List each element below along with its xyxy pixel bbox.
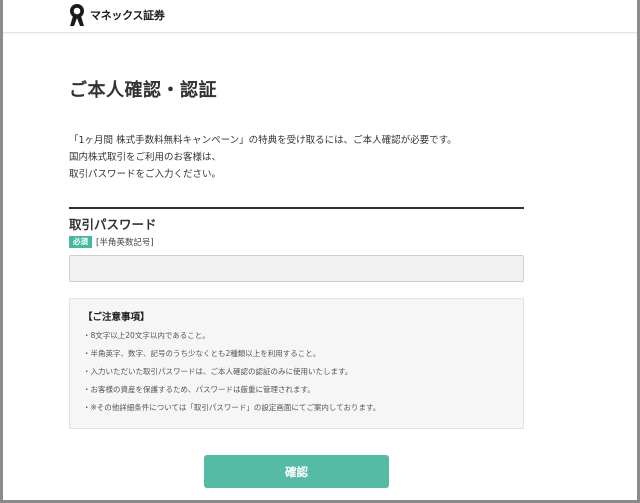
page-title: ご本人確認・認証 — [69, 80, 217, 101]
notice-item: ・半角英字、数字、記号のうち少なくとも2種類以上を利用すること。 — [83, 349, 321, 358]
notice-item: ・入力いただいた取引パスワードは、ご本人確認の認証のみに使用いたします。 — [83, 367, 353, 376]
confirm-button[interactable]: 確認 — [204, 455, 389, 488]
notice-item: ・8文字以上20文字以内であること。 — [83, 331, 210, 340]
top-header: マネックス証券 — [0, 0, 640, 33]
section-divider — [69, 207, 524, 209]
required-row: 必須 [半角英数記号] — [69, 236, 154, 248]
notice-item: ・お客様の資産を保護するため、パスワードは厳重に管理されます。 — [83, 385, 315, 394]
monex-logo-icon — [70, 4, 84, 26]
required-badge: 必須 — [69, 236, 92, 248]
password-field-label: 取引パスワード — [69, 217, 157, 232]
intro-text: 「1ヶ月間 株式手数料無料キャンペーン」の特典を受け取るには、ご本人確認が必要で… — [69, 132, 549, 183]
input-hint: [半角英数記号] — [96, 238, 154, 248]
password-input[interactable] — [69, 255, 524, 282]
intro-line: 「1ヶ月間 株式手数料無料キャンペーン」の特典を受け取るには、ご本人確認が必要で… — [69, 135, 457, 146]
notice-title: 【ご注意事項】 — [83, 312, 150, 323]
intro-line: 取引パスワードをご入力ください。 — [69, 169, 222, 180]
intro-line: 国内株式取引をご利用のお客様は、 — [69, 152, 222, 163]
notice-item: ・※その他詳細条件については「取引パスワード」の設定画面にてご案内しております。 — [83, 403, 381, 412]
notice-list: ・8文字以上20文字以内であること。 ・半角英字、数字、記号のうち少なくとも2種… — [83, 331, 510, 412]
notice-box: 【ご注意事項】 ・8文字以上20文字以内であること。 ・半角英字、数字、記号のう… — [69, 298, 524, 429]
brand-logo[interactable]: マネックス証券 — [67, 3, 165, 27]
brand-name: マネックス証券 — [90, 9, 165, 22]
